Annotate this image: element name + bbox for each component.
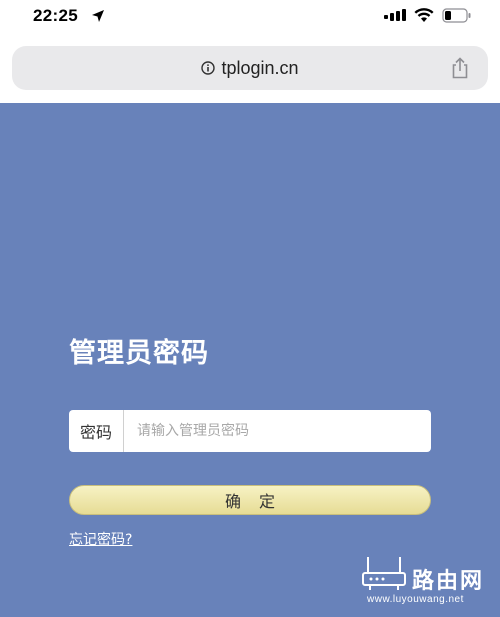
forgot-password-link[interactable]: 忘记密码? [69, 529, 132, 549]
signal-icon [384, 9, 406, 21]
status-time: 22:25 [33, 6, 78, 25]
battery-icon [442, 8, 471, 23]
router-logo-icon [362, 557, 406, 590]
watermark-brand: 路由网 [412, 569, 485, 594]
watermark-url: www.luyouwang.net [367, 594, 464, 605]
login-page: 管理员密码 密码 确定 忘记密码? 路由网 www.luyouwang.net [0, 103, 500, 617]
wifi-icon [414, 8, 434, 22]
info-icon[interactable] [201, 61, 216, 75]
page-title: 管理员密码 [69, 338, 209, 369]
address-bar[interactable]: tplogin.cn [12, 46, 488, 90]
status-bar: 22:25 [0, 0, 500, 34]
share-icon[interactable] [450, 57, 470, 79]
password-field-group: 密码 [69, 410, 431, 452]
password-label: 密码 [69, 410, 124, 452]
url-text[interactable]: tplogin.cn [221, 58, 298, 79]
confirm-button[interactable]: 确定 [69, 485, 431, 515]
location-arrow-icon [92, 10, 104, 22]
url-display[interactable]: tplogin.cn [12, 46, 488, 90]
password-input[interactable] [125, 410, 425, 452]
